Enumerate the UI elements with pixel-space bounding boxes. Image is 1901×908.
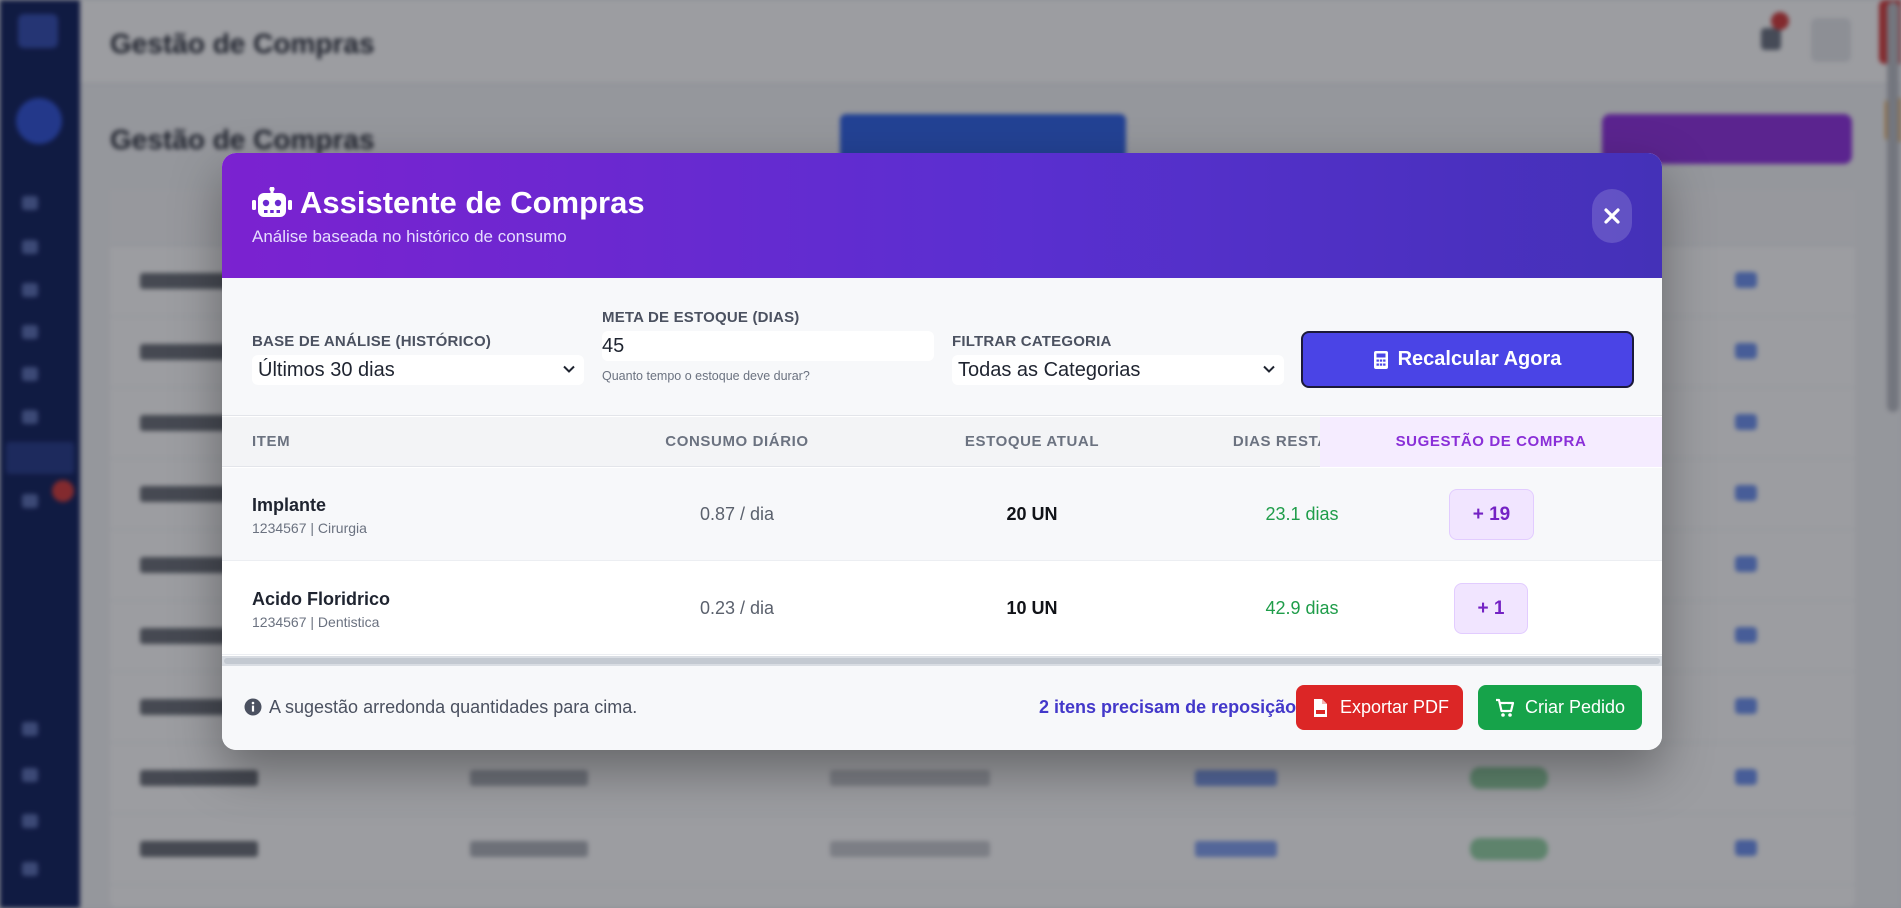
analysis-controls: Base de Análise (Histórico) Últimos 30 d… <box>222 278 1662 416</box>
column-header-sugestao: Sugestão de Compra <box>1320 417 1662 467</box>
item-name: Acido Floridrico <box>252 589 391 609</box>
item-meta: 1234567 | Cirurgia <box>252 520 367 536</box>
modal-header: Assistente de Compras Análise baseada no… <box>222 153 1662 278</box>
items-needing-restock: 2 itens precisam de reposição <box>1039 697 1297 717</box>
calculator-icon <box>1373 350 1388 369</box>
purchase-suggestion-badge[interactable]: + 1 <box>1454 583 1528 634</box>
info-icon <box>244 698 262 716</box>
recalculate-label: Recalcular Agora <box>1397 348 1562 370</box>
create-order-button[interactable]: Criar Pedido <box>1478 685 1642 730</box>
modal-title: Assistente de Compras <box>300 185 645 220</box>
stock-goal-label: Meta de Estoque (Dias) <box>602 309 800 326</box>
base-analysis-select[interactable]: Últimos 30 dias <box>252 355 584 385</box>
robot-icon <box>252 187 292 217</box>
modal-subtitle: Análise baseada no histórico de consumo <box>252 227 567 246</box>
modal-footer: A sugestão arredonda quantidades para ci… <box>222 666 1662 750</box>
close-icon <box>1604 208 1620 224</box>
chevron-down-icon <box>1263 365 1275 373</box>
table-row: Implante 1234567 | Cirurgia 0.87 / dia 2… <box>222 468 1662 561</box>
suggestion-table-header: Item Consumo Diário Estoque Atual Dias R… <box>222 417 1662 467</box>
base-analysis-value: Últimos 30 dias <box>258 358 395 381</box>
purchase-suggestion-badge[interactable]: + 19 <box>1449 489 1534 540</box>
pdf-file-icon <box>1313 698 1327 717</box>
category-filter-value: Todas as Categorias <box>958 358 1141 381</box>
current-stock: 10 UN <box>1006 598 1058 618</box>
export-pdf-label: Exportar PDF <box>1339 697 1450 717</box>
current-stock: 20 UN <box>1006 504 1058 524</box>
stock-goal-input[interactable] <box>602 331 934 361</box>
stock-goal-help: Quanto tempo o estoque deve durar? <box>602 369 810 383</box>
item-meta: 1234567 | Dentistica <box>252 614 380 630</box>
base-analysis-label: Base de Análise (Histórico) <box>252 333 492 350</box>
cart-plus-icon <box>1495 698 1515 717</box>
export-pdf-button[interactable]: Exportar PDF <box>1296 685 1463 730</box>
create-order-label: Criar Pedido <box>1524 697 1626 717</box>
recalculate-button[interactable]: Recalcular Agora <box>1301 331 1634 388</box>
daily-consumption: 0.23 / dia <box>699 598 775 618</box>
table-row: Acido Floridrico 1234567 | Dentistica 0.… <box>222 562 1662 655</box>
column-header-estoque: Estoque Atual <box>964 433 1100 450</box>
horizontal-scrollbar[interactable] <box>222 656 1662 666</box>
item-name: Implante <box>252 495 327 515</box>
category-filter-label: Filtrar Categoria <box>952 333 1112 350</box>
days-remaining: 23.1 dias <box>1265 504 1339 524</box>
chevron-down-icon <box>563 365 575 373</box>
category-filter-select[interactable]: Todas as Categorias <box>952 355 1284 385</box>
daily-consumption: 0.87 / dia <box>699 504 775 524</box>
purchase-assistant-modal: Assistente de Compras Análise baseada no… <box>222 153 1662 750</box>
close-button[interactable] <box>1592 189 1632 243</box>
footer-note: A sugestão arredonda quantidades para ci… <box>269 697 638 717</box>
column-header-consumo: Consumo Diário <box>665 433 809 450</box>
days-remaining: 42.9 dias <box>1265 598 1339 618</box>
column-header-item: Item <box>252 433 291 450</box>
scrollbar-thumb[interactable] <box>224 658 1660 664</box>
